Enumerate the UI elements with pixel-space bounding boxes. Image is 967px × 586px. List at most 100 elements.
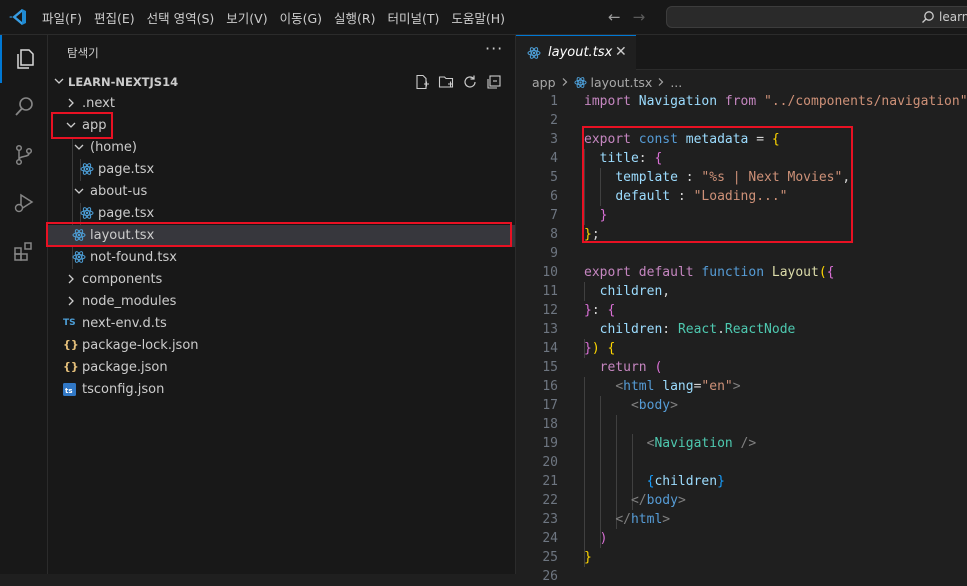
tree-item-label: .next [82, 96, 115, 111]
tree-item-package-lock[interactable]: {} package-lock.json [48, 335, 515, 357]
explorer-activity[interactable] [0, 35, 48, 83]
close-icon[interactable]: ✕ [615, 44, 627, 60]
menu-view[interactable]: 보기(V) [220, 8, 273, 27]
tree-item-next-env[interactable]: TS next-env.d.ts [48, 313, 515, 335]
chevron-right-icon [658, 78, 664, 86]
editor-area: layout.tsx ✕ app layout.tsx ... 1 import … [516, 35, 967, 584]
chevron-down-icon [66, 122, 76, 128]
menu-terminal[interactable]: 터미널(T) [382, 8, 446, 27]
explorer-title: 탐색기 [67, 46, 99, 60]
project-header[interactable]: LEARN-NEXTJS14 [48, 71, 515, 93]
chevron-down-icon [74, 188, 84, 194]
code-line: 8}; [516, 225, 967, 244]
tree-item-label: package-lock.json [82, 338, 199, 353]
menu-selection[interactable]: 선택 영역(S) [141, 8, 221, 27]
tree-item-components[interactable]: components [48, 269, 515, 291]
extensions-activity[interactable] [0, 227, 48, 275]
code-token: title [599, 151, 639, 166]
refresh-icon[interactable] [462, 74, 478, 90]
menu-run[interactable]: 실행(R) [328, 8, 381, 27]
search-icon [922, 11, 934, 23]
code-token: } [717, 474, 725, 489]
tree-item-not-found[interactable]: not-found.tsx [48, 247, 515, 269]
code-token: "en" [701, 379, 733, 394]
code-token: { [826, 265, 835, 280]
menu-edit[interactable]: 편집(E) [88, 8, 141, 27]
title-bar: 파일(F) 편집(E) 선택 영역(S) 보기(V) 이동(G) 실행(R) 터… [0, 0, 967, 35]
code-token: ) [599, 531, 608, 546]
menu-help[interactable]: 도움말(H) [445, 8, 511, 27]
line-number: 22 [542, 493, 558, 508]
breadcrumb: app layout.tsx ... [532, 73, 682, 91]
explorer-sidebar: 탐색기 ··· LEARN-NEXTJS14 .next app (home) … [46, 35, 516, 574]
line-number: 16 [542, 379, 558, 394]
code-token: ( [818, 265, 827, 280]
tree-item-label: tsconfig.json [82, 382, 165, 397]
chevron-down-icon [54, 78, 64, 84]
search-activity[interactable] [0, 83, 48, 131]
line-number: 5 [550, 170, 558, 185]
typescript-icon: TS [63, 318, 76, 328]
line-number: 4 [550, 151, 558, 166]
tree-item-home-page[interactable]: page.tsx [48, 159, 515, 181]
code-token: { [654, 151, 663, 166]
code-line: 11 children, [516, 282, 967, 301]
menu-go[interactable]: 이동(G) [274, 8, 328, 27]
code-token: ( [654, 360, 663, 375]
tree-item-next[interactable]: .next [48, 93, 515, 115]
breadcrumb-symbol[interactable]: ... [670, 75, 682, 90]
files-icon [17, 49, 34, 69]
code-token: body [646, 493, 678, 508]
tab-layout-tsx[interactable]: layout.tsx ✕ [516, 35, 636, 70]
code-token: "../components/navigation" [756, 94, 967, 109]
code-token: metadata [685, 132, 749, 147]
code-token: : [591, 303, 608, 318]
code-token: ; [591, 227, 600, 242]
new-folder-icon[interactable] [438, 74, 454, 90]
line-number: 7 [550, 208, 558, 223]
navigation-arrows: ← → [608, 8, 645, 26]
tree-item-about-page[interactable]: page.tsx [48, 203, 515, 225]
tree-item-home[interactable]: (home) [48, 137, 515, 159]
code-token: > [732, 379, 741, 394]
code-token: </ [615, 512, 631, 527]
more-actions-icon[interactable]: ··· [485, 39, 503, 58]
breadcrumb-file[interactable]: layout.tsx [591, 75, 653, 90]
react-icon [72, 251, 86, 263]
search-text: learn [939, 10, 967, 24]
back-arrow-icon[interactable]: ← [608, 8, 621, 26]
tree-item-about-us[interactable]: about-us [48, 181, 515, 203]
breadcrumb-folder[interactable]: app [532, 75, 556, 90]
code-token: , [842, 170, 851, 185]
code-token: return [599, 360, 647, 375]
collapse-all-icon[interactable] [486, 74, 502, 90]
code-line: 22 </body> [516, 491, 967, 510]
code-token: children [654, 474, 718, 489]
code-token: } [584, 227, 592, 242]
source-control-activity[interactable] [0, 131, 48, 179]
tree-item-label: package.json [82, 360, 168, 375]
line-number: 10 [542, 265, 558, 280]
command-center-search[interactable]: learn [666, 6, 967, 28]
line-number: 9 [550, 246, 558, 261]
code-token: : [670, 189, 694, 204]
tree-item-package-json[interactable]: {} package.json [48, 357, 515, 379]
tree-item-tsconfig[interactable]: ts tsconfig.json [48, 379, 515, 401]
tree-item-app[interactable]: app [48, 115, 515, 137]
run-debug-activity[interactable] [0, 179, 48, 227]
tree-item-layout[interactable]: layout.tsx [48, 225, 515, 247]
tree-item-node-modules[interactable]: node_modules [48, 291, 515, 313]
react-icon [80, 163, 94, 175]
forward-arrow-icon[interactable]: → [633, 8, 646, 26]
line-number: 6 [550, 189, 558, 204]
code-token: function [701, 265, 765, 280]
code-token: ) [591, 341, 600, 356]
chevron-right-icon [562, 78, 567, 86]
json-icon: {} [63, 360, 79, 373]
menu-file[interactable]: 파일(F) [36, 8, 88, 27]
search-icon [15, 97, 33, 116]
tree-item-label: node_modules [82, 294, 177, 309]
code-token: /> [732, 436, 757, 451]
new-file-icon[interactable] [414, 74, 430, 90]
code-line: 23 </html> [516, 510, 967, 529]
